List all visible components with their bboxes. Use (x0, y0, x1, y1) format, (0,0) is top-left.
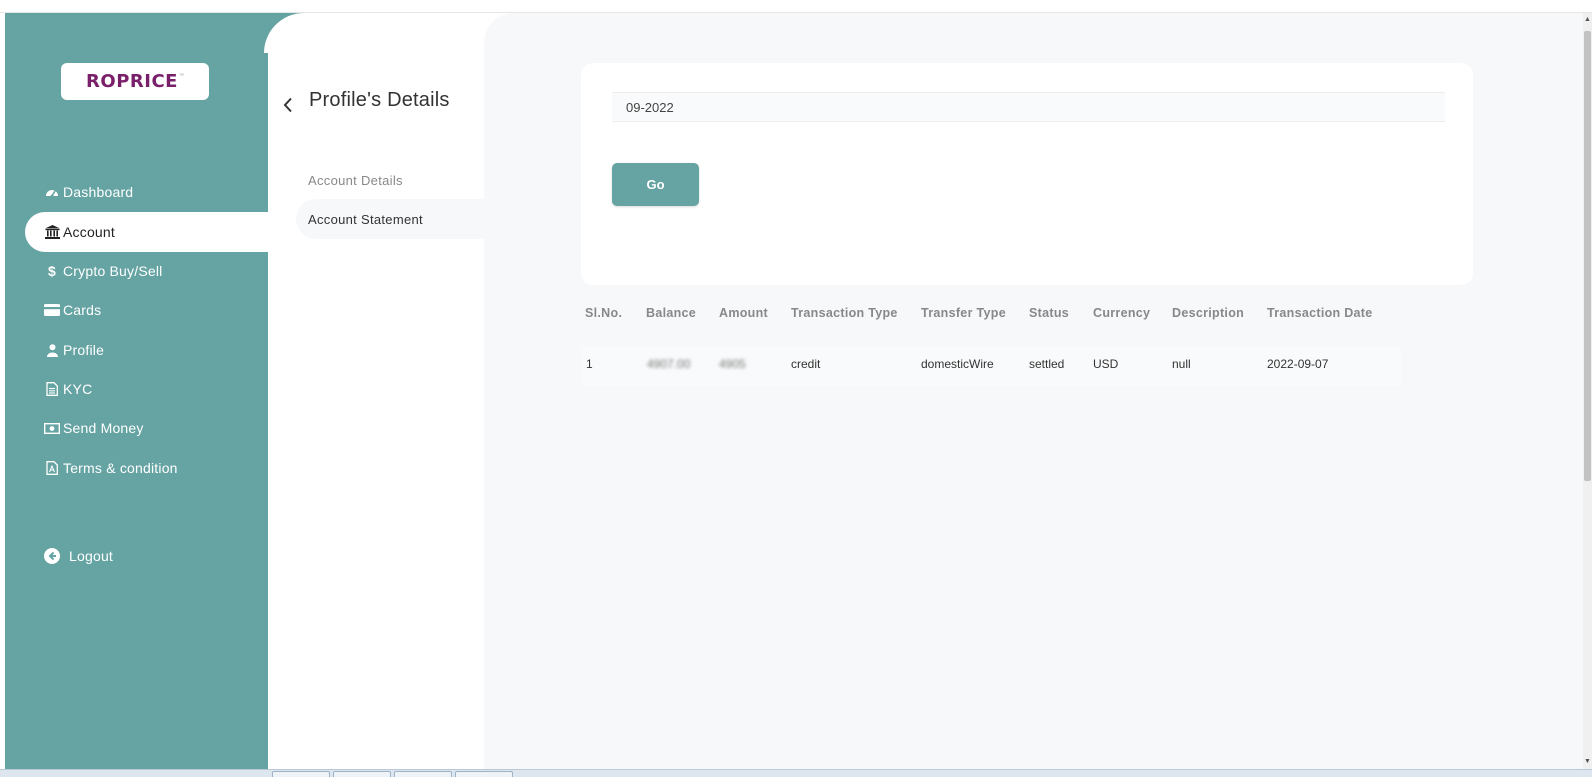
tab-account-statement[interactable]: Account Statement (296, 199, 488, 239)
cell-transfer-type: domesticWire (921, 357, 994, 371)
table-row[interactable]: 1 4907.00 4905 credit domesticWire settl… (581, 346, 1401, 386)
card-icon (44, 303, 60, 317)
user-icon (44, 343, 60, 357)
dollar-icon: $ (48, 263, 56, 279)
column-header: Balance (646, 306, 697, 320)
scroll-down-arrow-icon[interactable]: ▼ (1584, 757, 1591, 767)
sidebar-item-kyc[interactable]: KYC (25, 369, 268, 409)
sidebar-item-account[interactable]: Account (25, 212, 268, 252)
logout-label: Logout (69, 548, 114, 564)
sidebar-item-label: Cards (63, 302, 102, 318)
cell-description: null (1172, 357, 1191, 371)
back-button[interactable] (278, 93, 298, 117)
tab-account-details[interactable]: Account Details (296, 160, 488, 200)
sidebar-item-profile[interactable]: Profile (25, 330, 268, 370)
sidebar-item-label: Terms & condition (63, 460, 178, 476)
os-taskbar (0, 769, 1592, 777)
cell-transaction-type: credit (791, 357, 821, 371)
sidebar-item-label: Send Money (63, 420, 144, 436)
sidebar-item-terms[interactable]: Terms & condition (25, 448, 268, 488)
sidebar: ROPRICE ™ Dashboard Account $ Crypto Buy/… (5, 13, 268, 769)
taskbar-button[interactable] (272, 771, 330, 777)
sidebar-item-label: KYC (63, 381, 93, 397)
logo-text: ROPRICE (86, 71, 178, 92)
logo-trademark: ™ (178, 72, 184, 79)
scrollbar-thumb[interactable] (1584, 31, 1591, 481)
document-icon (44, 382, 60, 396)
column-header: Transaction Date (1267, 306, 1373, 320)
cell-transaction-date: 2022-09-07 (1267, 357, 1329, 371)
sidebar-item-crypto[interactable]: $ Crypto Buy/Sell (25, 251, 268, 291)
profile-details-panel: Profile's Details Account Details Accoun… (264, 13, 488, 769)
taskbar-button[interactable] (333, 771, 391, 777)
sidebar-item-dashboard[interactable]: Dashboard (25, 172, 268, 212)
taskbar-button[interactable] (455, 771, 513, 777)
cell-currency: USD (1093, 357, 1119, 371)
scroll-up-arrow-icon[interactable]: ▲ (1584, 15, 1591, 25)
money-icon (44, 421, 60, 435)
cell-status: settled (1029, 357, 1065, 371)
bank-icon (44, 225, 60, 239)
bookmarks-bar (0, 0, 1592, 13)
main-content: Go Sl.No. Balance Amount Transaction Typ… (484, 13, 1583, 769)
logout-button[interactable]: Logout (25, 536, 268, 576)
month-input[interactable] (612, 92, 1445, 122)
sidebar-item-label: Profile (63, 342, 105, 358)
statement-filter-card: Go (581, 63, 1473, 285)
sidebar-item-label: Crypto Buy/Sell (63, 263, 163, 279)
column-header: Transaction Type (791, 306, 898, 320)
page-scrollbar[interactable]: ▲ ▼ (1583, 13, 1592, 769)
sidebar-item-label: Account (63, 224, 115, 240)
column-header: Description (1172, 306, 1245, 320)
cell-balance: 4907.00 (647, 357, 691, 371)
column-header: Currency (1093, 306, 1151, 320)
taskbar-button[interactable] (394, 771, 452, 777)
sidebar-item-cards[interactable]: Cards (25, 290, 268, 330)
pdf-icon (44, 461, 60, 475)
cell-amount: 4905 (719, 357, 746, 371)
page-title: Profile's Details (309, 89, 450, 111)
column-header: Amount (719, 306, 769, 320)
sidebar-item-label: Dashboard (63, 184, 134, 200)
sidebar-item-send-money[interactable]: Send Money (25, 408, 268, 448)
logout-icon (44, 548, 60, 564)
column-header: Transfer Type (921, 306, 1006, 320)
chevron-left-icon (283, 97, 292, 113)
brand-logo[interactable]: ROPRICE ™ (61, 63, 209, 100)
cell-sl-no: 1 (586, 357, 593, 371)
dashboard-icon (44, 185, 60, 199)
app-window: ROPRICE ™ Dashboard Account $ Crypto Buy/… (0, 0, 1592, 777)
column-header: Status (1029, 306, 1070, 320)
column-header: Sl.No. (585, 306, 623, 320)
go-button[interactable]: Go (612, 163, 699, 206)
